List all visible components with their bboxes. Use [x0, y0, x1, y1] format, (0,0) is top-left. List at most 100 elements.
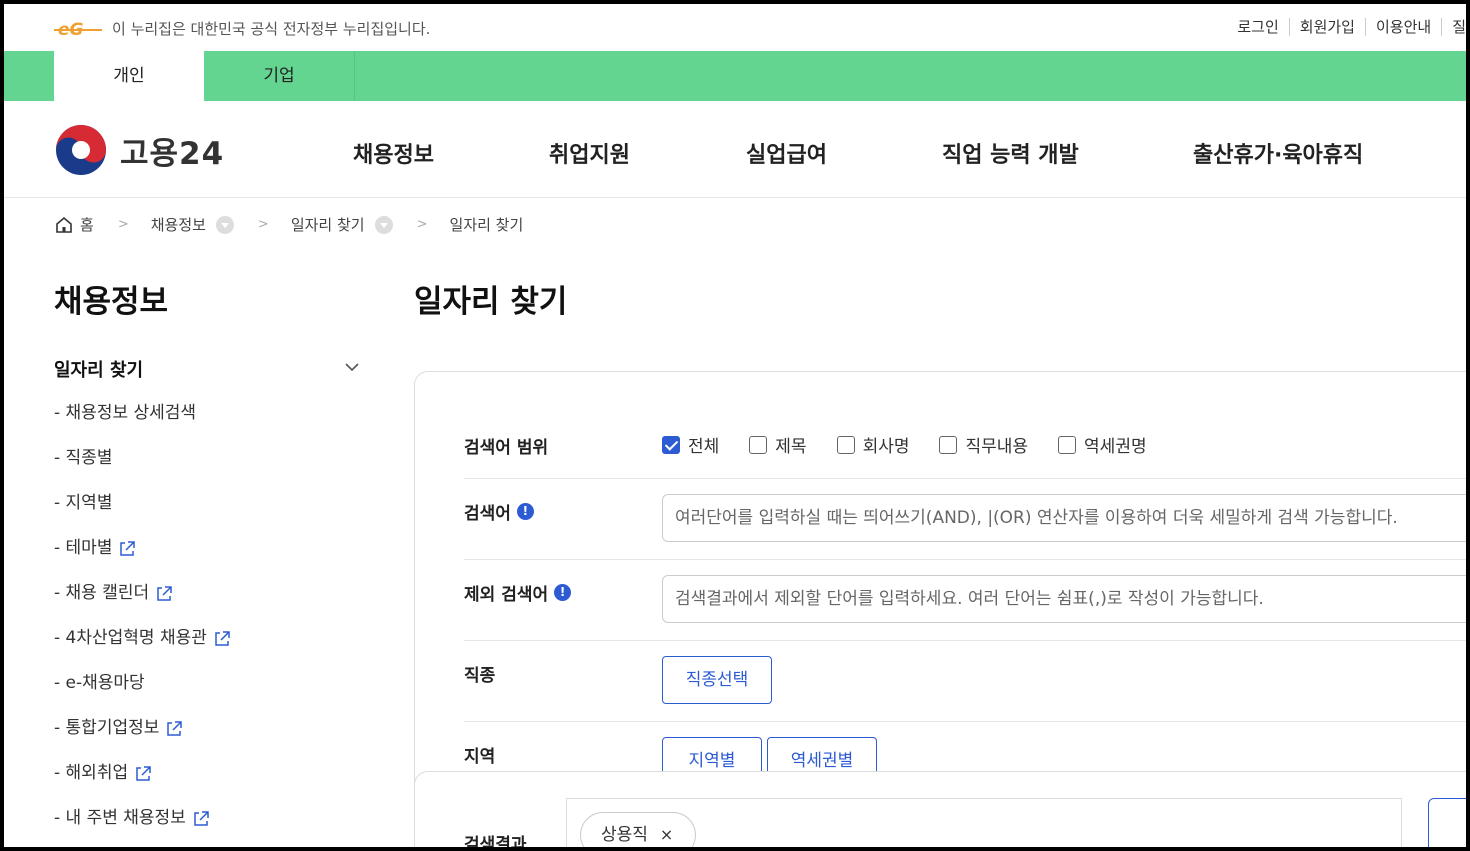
- sidebar-item-label: - 테마별: [54, 538, 113, 558]
- breadcrumb: 홈 > 채용정보 > 일자리 찾기 > 일자리 찾기: [54, 214, 523, 235]
- sidebar-item-4th-industry[interactable]: - 4차산업혁명 채용관: [54, 624, 231, 669]
- row-divider: [464, 478, 1466, 479]
- select-occupation-button[interactable]: 직종선택: [662, 656, 772, 704]
- signup-link[interactable]: 회원가입: [1290, 18, 1366, 36]
- sidebar-item-e-recruit[interactable]: - e-채용마당: [54, 669, 231, 714]
- external-link-icon: [167, 721, 183, 736]
- keyword-label-text: 검색어: [464, 504, 511, 524]
- external-link-icon: [194, 811, 209, 826]
- info-icon[interactable]: !: [516, 503, 534, 520]
- scope-station-checkbox[interactable]: 역세권명: [1058, 432, 1147, 457]
- checkbox-icon: [749, 435, 768, 454]
- checkbox-label: 제목: [775, 437, 807, 457]
- sidebar-section-title[interactable]: 일자리 찾기: [54, 356, 143, 382]
- chevron-right-icon: >: [257, 217, 269, 232]
- sidebar-menu: - 채용정보 상세검색 - 직종별 - 지역별 - 테마별 - 채용 캘린더 -…: [54, 399, 231, 847]
- sidebar-item-label: - e-채용마당: [54, 673, 145, 693]
- sidebar-item-by-occupation[interactable]: - 직종별: [54, 444, 231, 489]
- checkbox-label: 역세권명: [1084, 437, 1147, 457]
- home-icon[interactable]: [54, 215, 74, 235]
- page-title: 일자리 찾기: [414, 284, 568, 320]
- guide-link[interactable]: 이용안내: [1366, 18, 1443, 36]
- sidebar-item-label: - 해외취업: [54, 763, 129, 783]
- dropdown-circle-icon[interactable]: [374, 215, 393, 234]
- external-link-icon: [136, 766, 151, 781]
- exclude-label: 제외 검색어 !: [464, 580, 572, 605]
- sidebar-item-label: - 채용 캘린더: [54, 583, 150, 603]
- taegeuk-logo-icon: [56, 125, 106, 175]
- gnb-skill-development[interactable]: 직업 능력 개발: [942, 137, 1079, 169]
- filter-chip-label: 상용직: [601, 825, 648, 845]
- sidebar-item-label: - 통합기업정보: [54, 718, 160, 738]
- search-scope-label: 검색어 범위: [464, 438, 549, 458]
- keyword-label: 검색어 !: [464, 499, 534, 524]
- gov-notice-bar: eG 이 누리집은 대한민국 공식 전자정부 누리집입니다. 로그인 회원가입 …: [4, 4, 1466, 51]
- site-logo[interactable]: 고용24: [54, 123, 224, 177]
- exclude-label-text: 제외 검색어: [464, 585, 549, 605]
- chevron-down-icon[interactable]: [344, 362, 360, 372]
- checkbox-icon: [836, 435, 855, 454]
- sidebar-item-label: - 내 주변 채용정보: [54, 808, 186, 828]
- scope-company-checkbox[interactable]: 회사명: [836, 432, 910, 457]
- checkbox-icon: [1058, 435, 1077, 454]
- breadcrumb-level1[interactable]: 채용정보: [151, 214, 206, 235]
- row-divider: [464, 640, 1466, 641]
- tab-business[interactable]: 기업: [204, 51, 355, 101]
- login-link[interactable]: 로그인: [1227, 18, 1290, 36]
- sidebar-item-by-theme[interactable]: - 테마별: [54, 534, 231, 579]
- result-label: 검색결과: [464, 835, 527, 847]
- close-icon[interactable]: ×: [660, 825, 673, 844]
- faq-link[interactable]: 질: [1442, 18, 1466, 36]
- row-divider: [464, 721, 1466, 722]
- job-type-label: 직종: [464, 666, 496, 686]
- sidebar-title: 채용정보: [54, 284, 169, 320]
- dropdown-circle-icon[interactable]: [215, 215, 234, 234]
- filter-chip[interactable]: 상용직 ×: [580, 812, 696, 847]
- keyword-input[interactable]: 여러단어를 입력하실 때는 띄어쓰기(AND), |(OR) 연산자를 이용하여…: [662, 494, 1466, 542]
- site-logo-text: 고용24: [120, 135, 225, 172]
- external-link-icon: [120, 541, 136, 556]
- page: eG 이 누리집은 대한민국 공식 전자정부 누리집입니다. 로그인 회원가입 …: [4, 4, 1466, 847]
- scope-duty-checkbox[interactable]: 직무내용: [939, 432, 1028, 457]
- audience-tab-bar: 개인 기업: [4, 51, 1466, 101]
- region-label: 지역: [464, 747, 496, 767]
- sidebar-item-label: - 직종별: [54, 448, 113, 468]
- site-header: 고용24 채용정보 취업지원 실업급여 직업 능력 개발 출산휴가·육아휴직: [4, 101, 1466, 198]
- gnb-employment-support[interactable]: 취업지원: [549, 137, 630, 169]
- sidebar-item-by-region[interactable]: - 지역별: [54, 489, 231, 534]
- scope-all-checkbox[interactable]: 전체: [662, 432, 719, 457]
- external-link-icon: [215, 631, 230, 646]
- gnb-unemployment-benefit[interactable]: 실업급여: [746, 137, 827, 169]
- sidebar-item-overseas[interactable]: - 해외취업: [54, 759, 231, 804]
- checkbox-checked-icon: [662, 435, 680, 454]
- checkbox-icon: [939, 435, 958, 454]
- svg-text:eG: eG: [58, 20, 84, 40]
- sidebar-item-calendar[interactable]: - 채용 캘린더: [54, 579, 231, 624]
- gnb-recruit[interactable]: 채용정보: [353, 137, 434, 169]
- row-divider: [464, 559, 1466, 560]
- breadcrumb-current: 일자리 찾기: [449, 216, 524, 234]
- utility-links: 로그인 회원가입 이용안내 질: [1227, 18, 1466, 36]
- result-action-button[interactable]: [1428, 798, 1466, 847]
- search-scope-options: 전체 제목 회사명 직무내용 역세권명: [662, 432, 1177, 457]
- sidebar-item-label: - 4차산업혁명 채용관: [54, 628, 207, 648]
- checkbox-label: 회사명: [862, 437, 910, 457]
- egov-logo-icon: eG: [54, 20, 102, 40]
- tab-personal[interactable]: 개인: [54, 51, 204, 101]
- checkbox-label: 직무내용: [965, 437, 1029, 457]
- sidebar-item-company-info[interactable]: - 통합기업정보: [54, 714, 231, 759]
- sidebar-item-label: - 채용정보 상세검색: [54, 403, 197, 423]
- scope-title-checkbox[interactable]: 제목: [749, 432, 807, 457]
- sidebar-item-detail-search[interactable]: - 채용정보 상세검색: [54, 399, 231, 444]
- gov-notice-text: 이 누리집은 대한민국 공식 전자정부 누리집입니다.: [112, 20, 431, 38]
- info-icon[interactable]: !: [554, 584, 572, 601]
- breadcrumb-home[interactable]: 홈: [80, 214, 94, 235]
- gnb-parental-leave[interactable]: 출산휴가·육아휴직: [1193, 137, 1363, 169]
- checkbox-label: 전체: [688, 437, 720, 457]
- sidebar-item-nearby[interactable]: - 내 주변 채용정보: [54, 804, 231, 847]
- breadcrumb-level2[interactable]: 일자리 찾기: [291, 214, 365, 235]
- sidebar-item-label: - 지역별: [54, 493, 113, 513]
- chevron-right-icon: >: [117, 217, 129, 232]
- exclude-keyword-input[interactable]: 검색결과에서 제외할 단어를 입력하세요. 여러 단어는 쉼표(,)로 작성이 …: [662, 575, 1466, 623]
- external-link-icon: [157, 586, 172, 601]
